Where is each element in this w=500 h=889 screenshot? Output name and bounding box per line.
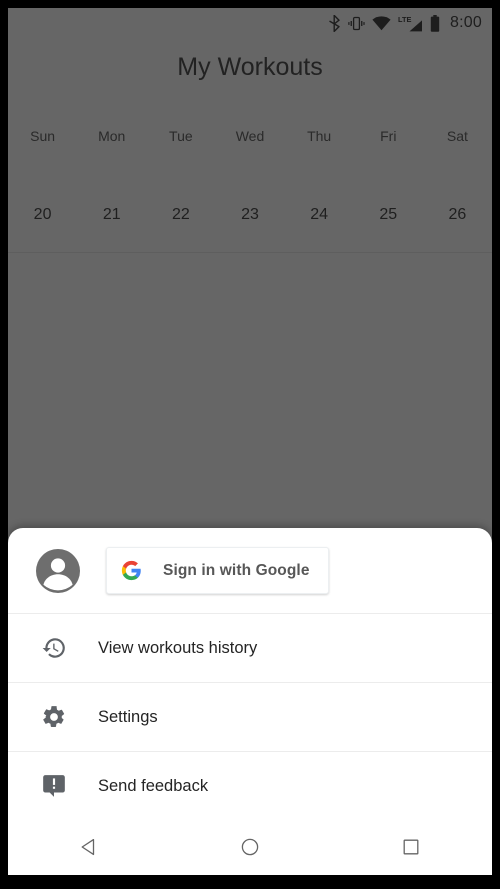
date-cell[interactable]: 25 [354, 206, 423, 224]
weekday-label: Wed [235, 128, 265, 144]
app-bar: My Workouts Sun Mon Tue Wed Thu Fri Sat … [8, 38, 492, 253]
status-bar: LTE 8:00 [8, 8, 492, 38]
date-cell[interactable]: 22 [146, 206, 215, 224]
menu-item-send-feedback[interactable]: Send feedback [8, 752, 492, 820]
page-title: My Workouts [177, 53, 323, 81]
bluetooth-icon [328, 14, 341, 32]
weekday-header-row: Sun Mon Tue Wed Thu Fri Sat [8, 128, 492, 144]
menu-item-label: Send feedback [98, 776, 209, 795]
google-g-icon [121, 560, 142, 581]
menu-item-label: View workouts history [98, 638, 258, 657]
wifi-icon [372, 15, 391, 31]
account-circle-icon [36, 548, 80, 593]
menu-item-view-workouts-history[interactable]: View workouts history [8, 614, 492, 682]
weekday-label: Sat [446, 128, 468, 144]
android-navigation-bar [8, 819, 492, 875]
workouts-list-area [8, 254, 492, 529]
lte-signal-icon: LTE [398, 15, 423, 32]
date-cell[interactable]: 24 [285, 206, 354, 224]
weekday-label: Mon [98, 128, 126, 144]
date-cell[interactable]: 26 [423, 206, 492, 224]
history-icon [41, 635, 67, 661]
weekday-label: Thu [307, 128, 332, 144]
account-row: Sign in with Google [8, 528, 492, 613]
recents-square-icon[interactable] [376, 824, 446, 870]
date-cell[interactable]: 20 [8, 206, 77, 224]
home-circle-icon[interactable] [215, 824, 285, 870]
date-strip-row[interactable]: 20 21 22 23 24 25 26 [8, 206, 492, 224]
battery-icon [430, 14, 440, 32]
svg-text:LTE: LTE [398, 15, 411, 24]
date-cell[interactable]: 23 [215, 206, 284, 224]
vibrate-icon [348, 16, 365, 31]
weekday-label: Tue [169, 128, 193, 144]
date-cell[interactable]: 21 [77, 206, 146, 224]
account-bottom-sheet: Sign in with Google View workouts histor… [8, 528, 492, 875]
gear-icon [41, 704, 67, 730]
device-frame: LTE 8:00 My Workouts Sun Mon Tue Wed Thu… [0, 0, 500, 889]
feedback-icon [41, 773, 67, 799]
weekday-label: Fri [380, 128, 397, 144]
menu-item-label: Settings [98, 707, 158, 726]
weekday-label: Sun [30, 128, 56, 144]
menu-item-settings[interactable]: Settings [8, 683, 492, 751]
status-bar-clock: 8:00 [450, 14, 482, 31]
google-signin-button[interactable]: Sign in with Google [106, 547, 329, 594]
phone-screen: LTE 8:00 My Workouts Sun Mon Tue Wed Thu… [8, 8, 492, 875]
google-signin-label: Sign in with Google [163, 561, 310, 579]
back-triangle-icon[interactable] [54, 824, 124, 870]
